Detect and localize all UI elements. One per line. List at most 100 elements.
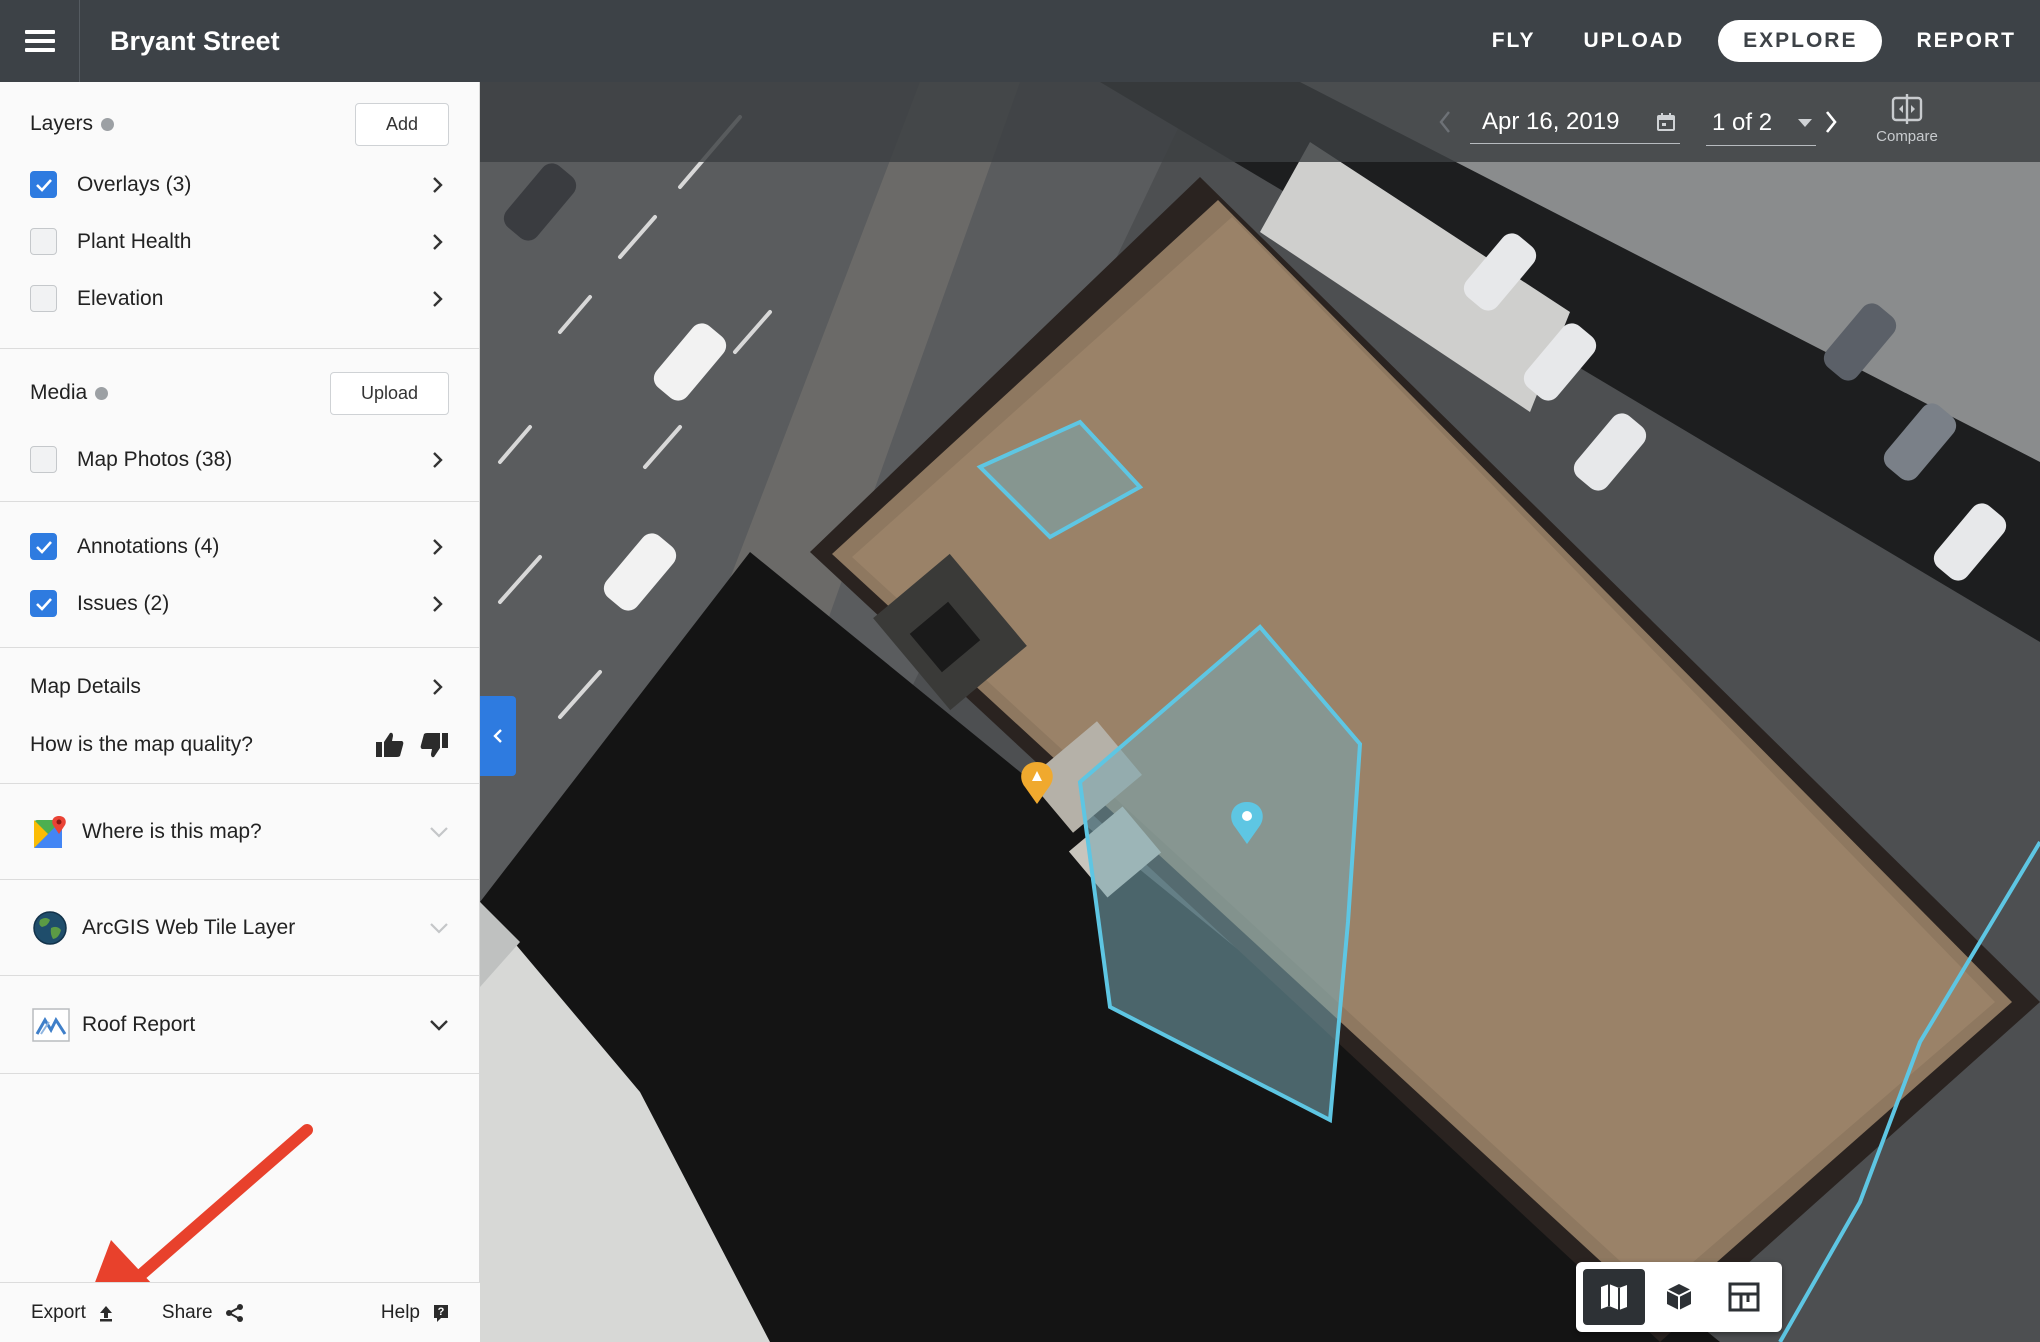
date-selector[interactable]: Apr 16, 2019 <box>1470 100 1680 144</box>
compare-icon <box>1891 94 1923 124</box>
media-section: Media Upload Map Photos (38) <box>0 349 479 502</box>
layers-section: Layers Add Overlays (3) Plant Health Ele… <box>0 82 479 349</box>
issues-checkbox[interactable] <box>30 590 57 617</box>
caret-down-icon <box>1798 118 1812 127</box>
help-icon: ? <box>432 1303 450 1323</box>
upload-media-button[interactable]: Upload <box>329 371 449 415</box>
thumbs-up-icon[interactable] <box>375 731 405 759</box>
compare-label: Compare <box>1876 128 1938 145</box>
thumbs-down-icon[interactable] <box>419 731 449 759</box>
export-label: Export <box>31 1301 86 1323</box>
chevron-left-icon[interactable] <box>1438 110 1452 134</box>
hamburger-menu-button[interactable] <box>0 0 80 82</box>
share-button[interactable]: Share <box>162 1302 245 1324</box>
where-is-this-map-row[interactable]: Where is this map? <box>0 784 479 880</box>
calendar-icon <box>1656 112 1676 132</box>
arcgis-label: ArcGIS Web Tile Layer <box>82 915 296 939</box>
annotations-row[interactable]: Annotations (4) <box>0 518 479 575</box>
overlays-label: Overlays (3) <box>77 172 192 196</box>
flight-selector[interactable]: 1 of 2 <box>1706 100 1816 146</box>
layers-heading: Layers <box>30 112 115 136</box>
annotations-checkbox[interactable] <box>30 533 57 560</box>
check-icon <box>35 540 52 554</box>
nav-report[interactable]: REPORT <box>1892 29 2040 53</box>
chevron-right-icon[interactable] <box>427 536 449 558</box>
share-icon <box>225 1303 245 1323</box>
annotations-section: Annotations (4) Issues (2) <box>0 502 479 648</box>
chevron-right-icon[interactable] <box>427 676 449 698</box>
roof-report-row[interactable]: Roof Report <box>0 976 479 1074</box>
elevation-label: Elevation <box>77 286 164 310</box>
layout-view-button[interactable] <box>1713 1269 1775 1325</box>
info-icon[interactable] <box>101 117 115 131</box>
3d-model-view-button[interactable] <box>1648 1269 1710 1325</box>
aerial-imagery[interactable] <box>480 82 2040 1342</box>
media-row-map-photos[interactable]: Map Photos (38) <box>0 431 479 488</box>
chevron-down-icon[interactable] <box>429 1019 449 1031</box>
map-photos-checkbox[interactable] <box>30 446 57 473</box>
chevron-right-icon[interactable] <box>427 593 449 615</box>
date-value: Apr 16, 2019 <box>1482 107 1620 135</box>
chevron-right-icon[interactable] <box>427 449 449 471</box>
info-icon[interactable] <box>95 386 109 400</box>
issues-label: Issues (2) <box>77 591 170 615</box>
flight-count: 1 of 2 <box>1712 108 1773 136</box>
map-view[interactable]: Apr 16, 2019 1 of 2 Compare <box>480 82 2040 1342</box>
layout-icon <box>1728 1282 1760 1312</box>
compare-button[interactable]: Compare <box>1862 94 1952 154</box>
roof-report-icon <box>32 1007 70 1042</box>
map-details-title: Map Details <box>30 675 141 698</box>
overlays-checkbox[interactable] <box>30 171 57 198</box>
map-photos-label: Map Photos (38) <box>77 447 233 471</box>
site-title: Bryant Street <box>110 25 280 56</box>
upload-arrow-icon <box>98 1304 114 1322</box>
chevron-right-icon[interactable] <box>427 231 449 253</box>
where-is-this-map-label: Where is this map? <box>82 819 262 843</box>
layer-row-elevation[interactable]: Elevation <box>0 270 479 327</box>
nav-explore[interactable]: EXPLORE <box>1718 20 1883 62</box>
roof-report-label: Roof Report <box>82 1012 196 1036</box>
map-toolbar: Apr 16, 2019 1 of 2 Compare <box>480 82 2040 162</box>
chevron-down-icon[interactable] <box>429 826 449 838</box>
share-label: Share <box>161 1301 213 1323</box>
2d-map-icon <box>1601 1284 1628 1310</box>
plant-health-label: Plant Health <box>77 229 192 253</box>
help-label: Help <box>380 1301 420 1323</box>
help-button[interactable]: Help ? <box>381 1302 450 1324</box>
plant-health-checkbox[interactable] <box>30 228 57 255</box>
collapse-sidebar-button[interactable] <box>480 696 516 776</box>
map-details-section: Map Details How is the map quality? <box>0 648 479 784</box>
nav-upload[interactable]: UPLOAD <box>1559 29 1708 53</box>
check-icon <box>35 597 52 611</box>
sidebar-footer: Export Share Help ? <box>0 1282 480 1342</box>
layer-row-overlays[interactable]: Overlays (3) <box>0 156 479 213</box>
media-title: Media <box>30 381 88 404</box>
annotations-label: Annotations (4) <box>77 534 220 558</box>
issues-row[interactable]: Issues (2) <box>0 575 479 632</box>
layers-title: Layers <box>30 112 94 135</box>
top-bar: Bryant Street FLY UPLOAD EXPLORE REPORT <box>0 0 2040 82</box>
layer-row-plant-health[interactable]: Plant Health <box>0 213 479 270</box>
view-mode-switch <box>1576 1262 1782 1332</box>
globe-icon <box>32 910 68 946</box>
map-quality-question: How is the map quality? <box>30 733 253 756</box>
svg-text:?: ? <box>438 1306 445 1318</box>
3d-model-icon <box>1666 1284 1692 1310</box>
sidebar: Layers Add Overlays (3) Plant Health Ele… <box>0 82 480 1342</box>
2d-map-view-button[interactable] <box>1583 1269 1646 1325</box>
chevron-right-icon[interactable] <box>1824 110 1838 134</box>
hamburger-icon <box>24 30 55 52</box>
nav-fly[interactable]: FLY <box>1468 29 1560 53</box>
map-details-row[interactable]: Map Details <box>0 658 479 716</box>
arcgis-row[interactable]: ArcGIS Web Tile Layer <box>0 880 479 976</box>
add-layer-button[interactable]: Add <box>354 102 449 146</box>
main-nav: FLY UPLOAD EXPLORE REPORT <box>1468 0 2040 82</box>
chevron-right-icon[interactable] <box>427 288 449 310</box>
map-quality-row: How is the map quality? <box>0 716 479 774</box>
chevron-down-icon[interactable] <box>429 922 449 934</box>
media-heading: Media <box>30 381 109 405</box>
export-button[interactable]: Export <box>31 1302 114 1324</box>
google-maps-icon <box>32 814 68 850</box>
elevation-checkbox[interactable] <box>30 285 57 312</box>
chevron-right-icon[interactable] <box>427 174 449 196</box>
